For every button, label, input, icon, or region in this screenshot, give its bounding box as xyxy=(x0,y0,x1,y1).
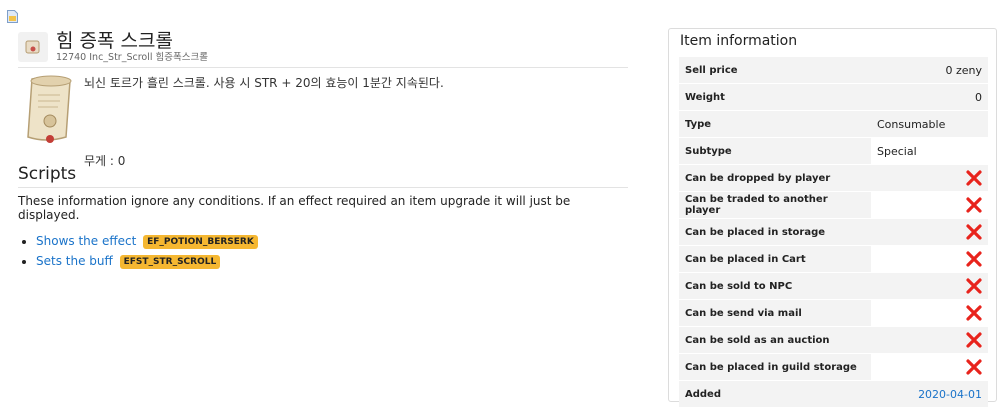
item-subtitle: 12740 Inc_Str_Scroll 힘증폭스크롤 xyxy=(56,52,208,63)
info-row: Sell price 0 zeny xyxy=(679,57,988,84)
info-key: Can be dropped by player xyxy=(679,164,871,192)
item-header: 힘 증폭 스크롤 12740 Inc_Str_Scroll 힘증폭스크롤 xyxy=(18,30,628,68)
info-value: Special xyxy=(871,137,988,165)
script-item: Shows the effect EF_POTION_BERSERK xyxy=(36,234,628,249)
info-row: Can be placed in storage xyxy=(679,218,988,246)
info-value: Consumable xyxy=(871,110,988,138)
info-row: Added 2020-04-01 xyxy=(679,380,988,408)
x-mark-icon xyxy=(966,332,982,348)
info-value: 0 xyxy=(871,83,988,111)
info-value: 0 zeny xyxy=(871,57,988,84)
scripts-list: Shows the effect EF_POTION_BERSERK Sets … xyxy=(18,234,628,269)
info-row: Can be dropped by player xyxy=(679,164,988,192)
item-details: 힘 증폭 스크롤 12740 Inc_Str_Scroll 힘증폭스크롤 뇌신 … xyxy=(18,30,628,274)
script-item: Sets the buff EFST_STR_SCROLL xyxy=(36,254,628,269)
x-mark-icon xyxy=(966,305,982,321)
info-value xyxy=(871,326,988,354)
info-value xyxy=(871,218,988,246)
info-table: Sell price 0 zeny Weight 0 Type Consumable Sub… xyxy=(679,57,988,408)
info-row: Can be send via mail xyxy=(679,299,988,327)
info-row: Can be sold as an auction xyxy=(679,326,988,354)
item-weight: 무게 : 0 xyxy=(84,152,125,169)
item-information-panel: Item information Sell price 0 zeny Weight 0… xyxy=(668,28,997,408)
scripts-info: These information ignore any conditions.… xyxy=(18,194,571,222)
info-key: Can be traded to another player xyxy=(679,191,871,219)
info-key: Subtype xyxy=(679,137,871,165)
x-mark-icon xyxy=(966,359,982,375)
info-value xyxy=(871,191,988,219)
weight-value: 0 xyxy=(117,154,126,168)
script-link-buff[interactable]: Sets the buff xyxy=(36,254,113,268)
info-row: Weight 0 xyxy=(679,83,988,111)
script-tag-buff: EFST_STR_SCROLL xyxy=(119,255,221,269)
x-mark-icon xyxy=(966,251,982,267)
x-mark-icon xyxy=(966,197,982,213)
info-value xyxy=(871,245,988,273)
info-row: Type Consumable xyxy=(679,110,988,138)
info-row: Can be traded to another player xyxy=(679,191,988,219)
info-value xyxy=(871,299,988,327)
info-key: Can be sold as an auction xyxy=(679,326,871,354)
info-key: Weight xyxy=(679,83,871,111)
script-tag-effect: EF_POTION_BERSERK xyxy=(143,235,258,249)
x-mark-icon xyxy=(966,224,982,240)
info-key: Can be send via mail xyxy=(679,299,871,327)
info-key: Sell price xyxy=(679,57,871,84)
document-icon xyxy=(7,10,18,23)
info-key: Added xyxy=(679,380,871,408)
info-key: Type xyxy=(679,110,871,138)
info-value xyxy=(871,164,988,192)
item-title: 힘 증폭 스크롤 xyxy=(56,30,173,52)
item-description: 뇌신 토르가 흘린 스크롤. 사용 시 STR + 20의 효능이 1분간 지속… xyxy=(84,76,444,90)
item-thumbnail-icon xyxy=(18,32,48,62)
info-key: Can be placed in Cart xyxy=(679,245,871,273)
info-value: 2020-04-01 xyxy=(871,380,988,408)
script-link-effect[interactable]: Shows the effect xyxy=(36,234,136,248)
info-row: Subtype Special xyxy=(679,137,988,165)
info-key: Can be placed in guild storage xyxy=(679,353,871,381)
info-key: Can be sold to NPC xyxy=(679,272,871,300)
info-value xyxy=(871,353,988,381)
x-mark-icon xyxy=(966,170,982,186)
info-value xyxy=(871,272,988,300)
weight-label: 무게 : xyxy=(84,154,118,168)
item-description-block: 뇌신 토르가 흘린 스크롤. 사용 시 STR + 20의 효능이 1분간 지속… xyxy=(18,68,628,168)
info-row: Can be placed in Cart xyxy=(679,245,988,273)
panel-title: Item information xyxy=(680,33,798,49)
info-key: Can be placed in storage xyxy=(679,218,871,246)
scroll-image xyxy=(27,75,72,143)
x-mark-icon xyxy=(966,278,982,294)
info-row: Can be placed in guild storage xyxy=(679,353,988,381)
info-row: Can be sold to NPC xyxy=(679,272,988,300)
